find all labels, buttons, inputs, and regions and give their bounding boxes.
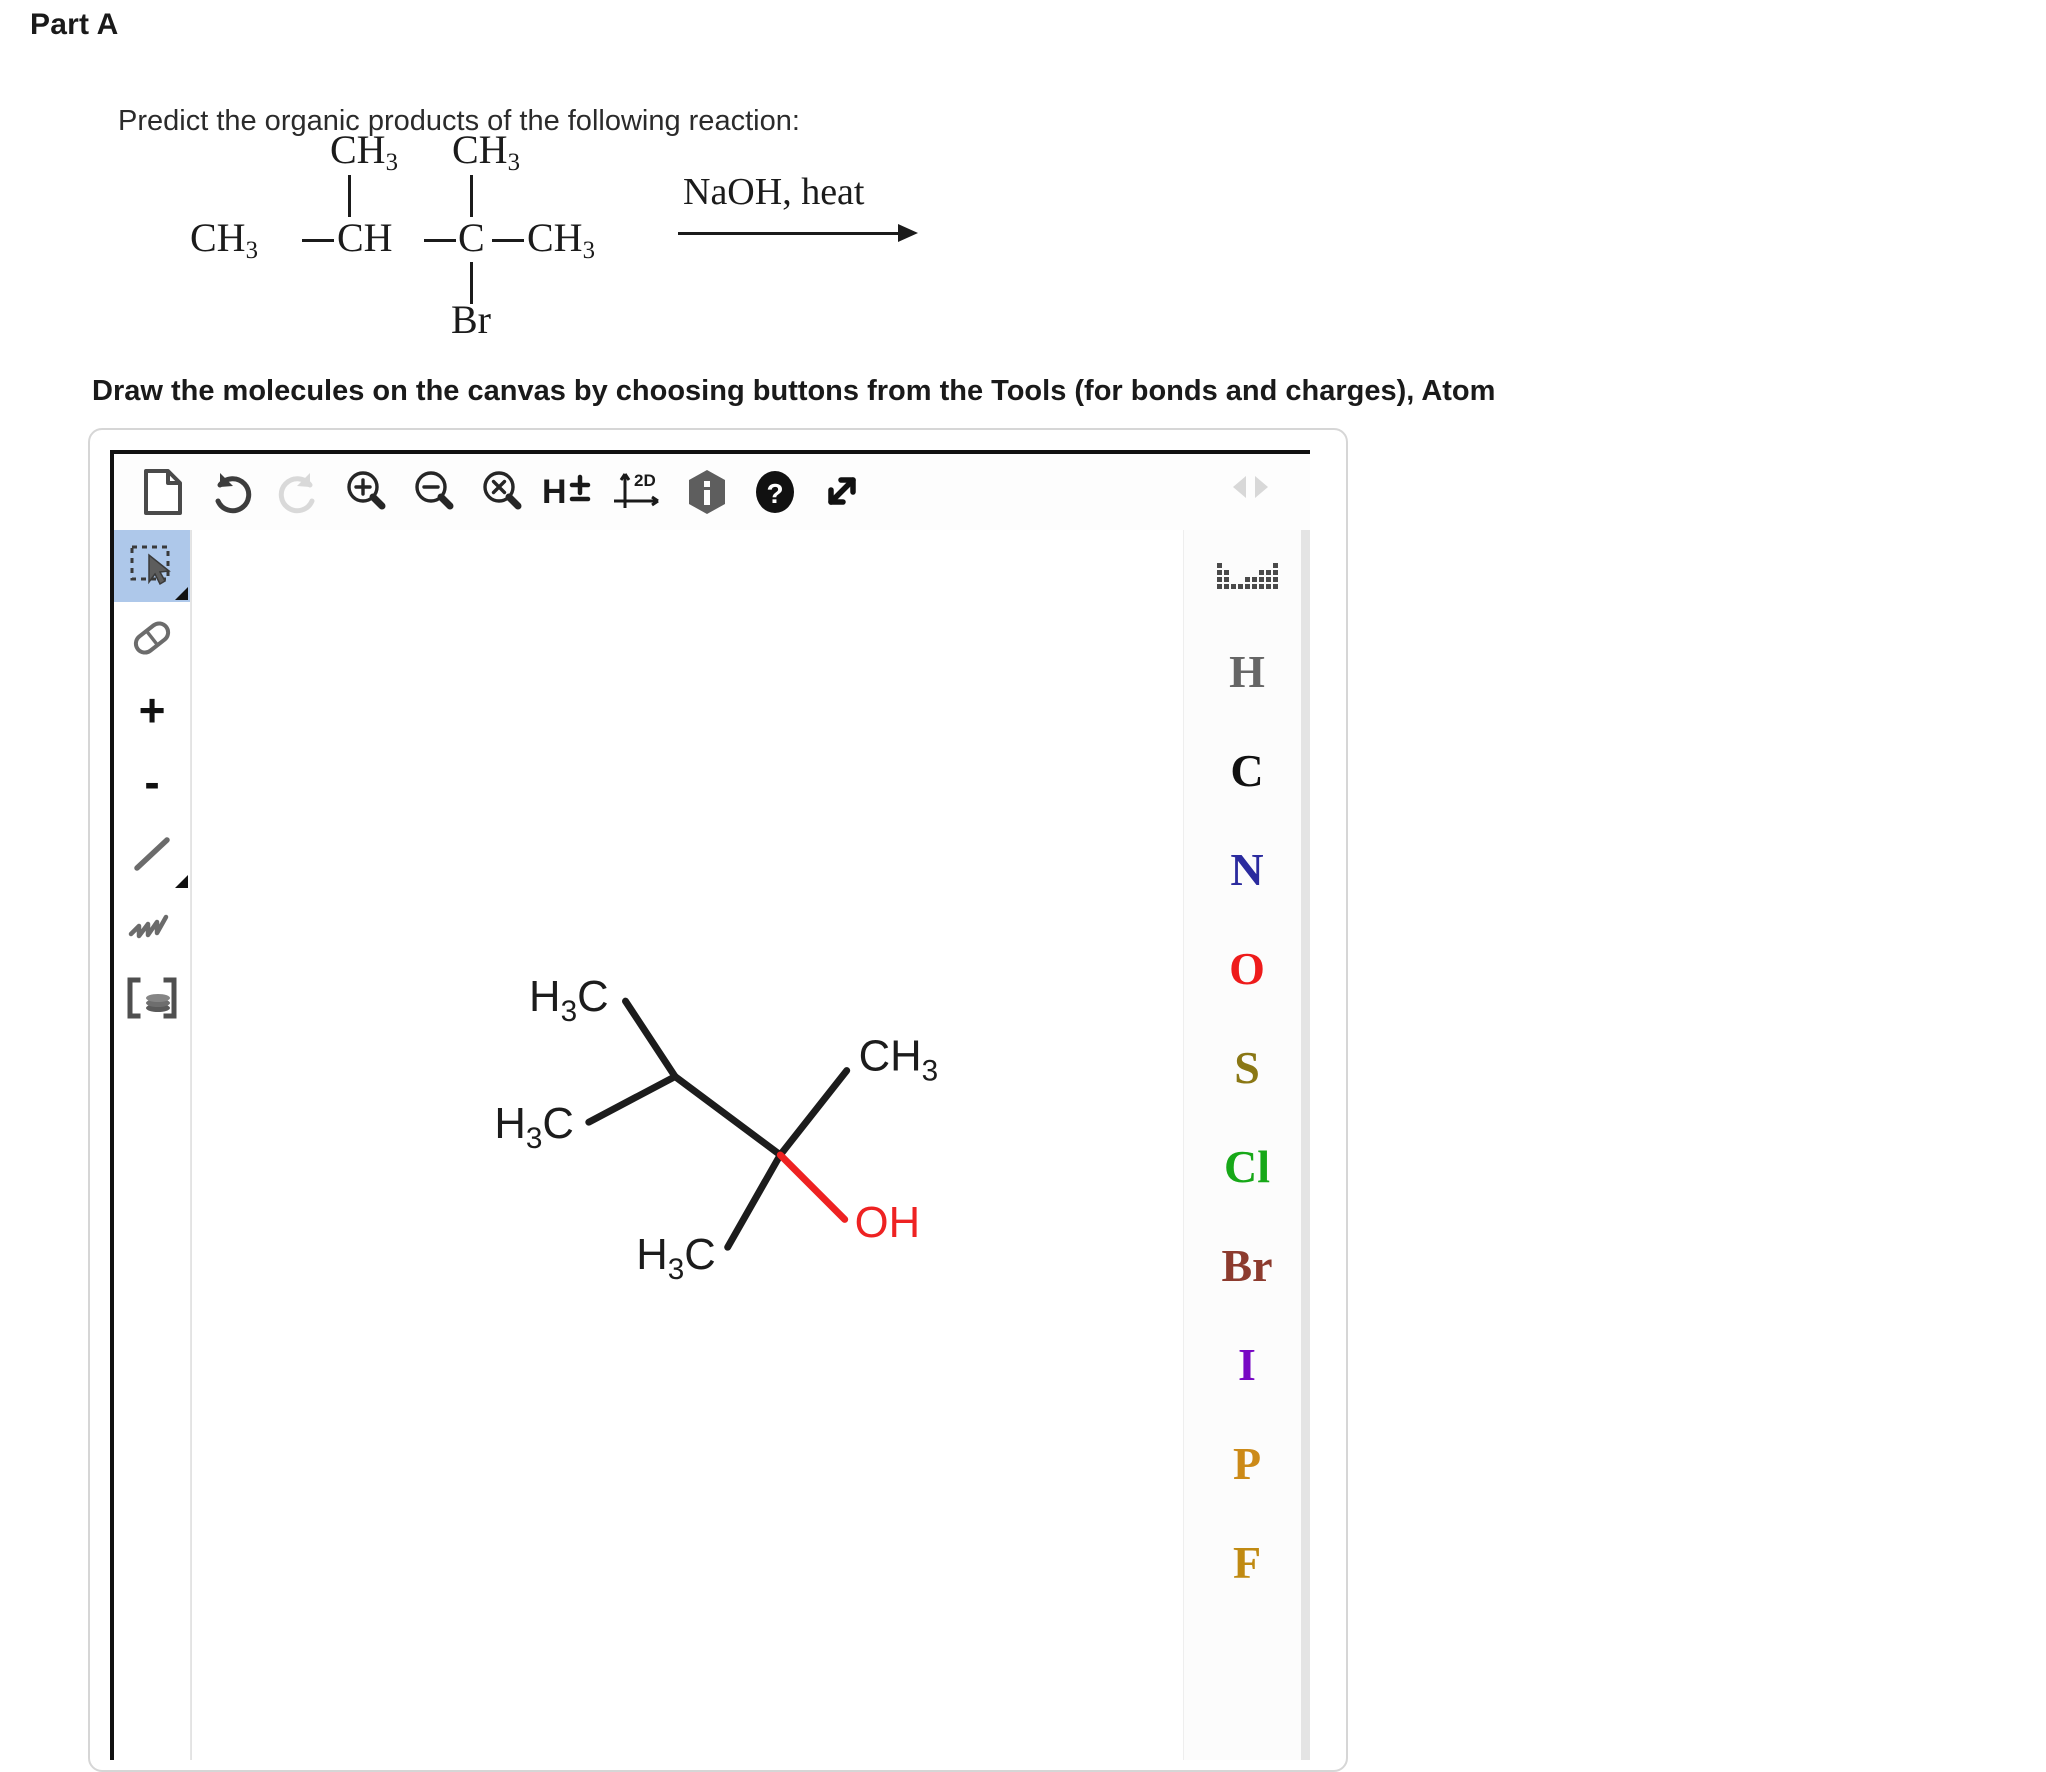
bond-to-methyl-bottom <box>724 1151 784 1251</box>
fullscreen-icon[interactable] <box>812 461 874 523</box>
reaction-scheme: CH3 CH3 CH3 CH C CH3 Br NaOH, heat <box>0 130 1300 400</box>
periodic-table-button[interactable] <box>1184 530 1310 622</box>
bond-h-1 <box>302 239 334 242</box>
reactant-top-right-methyl: CH3 <box>452 127 520 176</box>
element-br-label: Br <box>1221 1239 1273 1291</box>
chain-tool[interactable] <box>114 890 190 962</box>
element-i-label: I <box>1238 1338 1256 1390</box>
svg-text:H: H <box>542 473 567 511</box>
reactant-c1: CH3 <box>190 215 258 264</box>
bond-to-hydroxyl <box>776 1151 849 1223</box>
periodic-table-icon <box>1216 563 1278 589</box>
molecule-bonds <box>585 997 851 1251</box>
bond-vertical-right <box>470 175 473 217</box>
zoom-out-icon[interactable] <box>404 461 466 523</box>
zoom-reset-icon[interactable] <box>472 461 534 523</box>
element-rail-scrollbar[interactable] <box>1301 530 1310 1760</box>
element-h-label: H <box>1229 645 1265 697</box>
tool-corner-indicator <box>175 587 188 600</box>
canvas-navigation[interactable] <box>1233 476 1268 498</box>
element-c[interactable]: C <box>1184 721 1310 820</box>
nav-next-arrow-icon[interactable] <box>1255 476 1268 498</box>
element-p[interactable]: P <box>1184 1414 1310 1513</box>
reactant-bromine: Br <box>451 297 491 342</box>
reactant-c3: C <box>458 215 485 260</box>
element-h[interactable]: H <box>1184 622 1310 721</box>
label-methyl-bottom: H3C <box>636 1230 716 1286</box>
svg-text:?: ? <box>766 478 783 509</box>
drawing-instruction: Draw the molecules on the canvas by choo… <box>92 375 1496 407</box>
bond-to-methyl-right <box>776 1067 851 1159</box>
tool-corner-indicator <box>175 875 188 888</box>
hydrogen-toggle-icon[interactable]: H <box>540 461 602 523</box>
element-palette: H C N O S Cl Br I P F <box>1183 530 1310 1760</box>
editor-toolbar: H 2D ? <box>114 454 1310 530</box>
template-tool[interactable] <box>114 962 190 1034</box>
element-o-label: O <box>1229 942 1265 994</box>
label-hydroxyl: OH <box>855 1198 920 1247</box>
bond-h-3 <box>492 239 524 242</box>
element-s-label: S <box>1234 1041 1260 1093</box>
element-i[interactable]: I <box>1184 1315 1310 1414</box>
reaction-reagent-label: NaOH, heat <box>683 171 865 213</box>
drawn-molecule: H3C H3C CH3 H3C OH <box>494 972 939 1286</box>
element-n[interactable]: N <box>1184 820 1310 919</box>
element-n-label: N <box>1230 843 1264 895</box>
two-d-clean-icon[interactable]: 2D <box>608 461 670 523</box>
element-p-label: P <box>1232 1437 1262 1489</box>
reaction-arrow-head <box>898 224 918 242</box>
drawing-canvas[interactable]: H3C H3C CH3 H3C OH <box>191 530 1184 1760</box>
bond-central <box>671 1073 784 1159</box>
help-icon[interactable]: ? <box>744 461 806 523</box>
nav-prev-arrow-icon[interactable] <box>1233 476 1246 498</box>
element-f[interactable]: F <box>1184 1513 1310 1612</box>
positive-charge-label: + <box>138 684 166 736</box>
negative-charge-tool[interactable]: - <box>114 746 190 818</box>
bond-vertical-left <box>348 175 351 217</box>
element-c-label: C <box>1230 744 1264 796</box>
select-tool[interactable] <box>114 530 190 602</box>
molecule-editor-card: H 2D ? + - H3C H3C CH3 H3C OH H C N O S … <box>88 428 1348 1772</box>
label-methyl-top-left: H3C <box>529 972 609 1028</box>
element-br[interactable]: Br <box>1184 1216 1310 1315</box>
reactant-c4: CH3 <box>527 215 595 264</box>
positive-charge-tool[interactable]: + <box>114 674 190 746</box>
reactant-c2: CH <box>337 215 393 260</box>
reactant-top-left-methyl: CH3 <box>330 127 398 176</box>
element-f-label: F <box>1232 1536 1262 1588</box>
element-cl[interactable]: Cl <box>1184 1117 1310 1216</box>
eraser-tool[interactable] <box>114 602 190 674</box>
tool-palette: + - <box>114 530 191 1760</box>
label-methyl-left: H3C <box>494 1099 574 1155</box>
info-icon[interactable] <box>676 461 738 523</box>
bond-to-methyl-top <box>622 997 679 1081</box>
element-s[interactable]: S <box>1184 1018 1310 1117</box>
new-document-icon[interactable] <box>132 461 194 523</box>
bond-to-methyl-left <box>585 1073 679 1126</box>
undo-icon[interactable] <box>200 461 262 523</box>
element-o[interactable]: O <box>1184 919 1310 1018</box>
page-title: Part A <box>30 8 119 41</box>
element-cl-label: Cl <box>1224 1140 1270 1192</box>
label-methyl-right: CH3 <box>859 1032 939 1088</box>
svg-text:2D: 2D <box>634 471 656 490</box>
single-bond-tool[interactable] <box>114 818 190 890</box>
reaction-arrow-line <box>678 232 900 235</box>
zoom-in-icon[interactable] <box>336 461 398 523</box>
bond-h-2 <box>424 239 456 242</box>
molecule-editor-frame: H 2D ? + - H3C H3C CH3 H3C OH H C N O S … <box>110 450 1310 1760</box>
negative-charge-label: - <box>144 756 160 808</box>
redo-icon[interactable] <box>268 461 330 523</box>
